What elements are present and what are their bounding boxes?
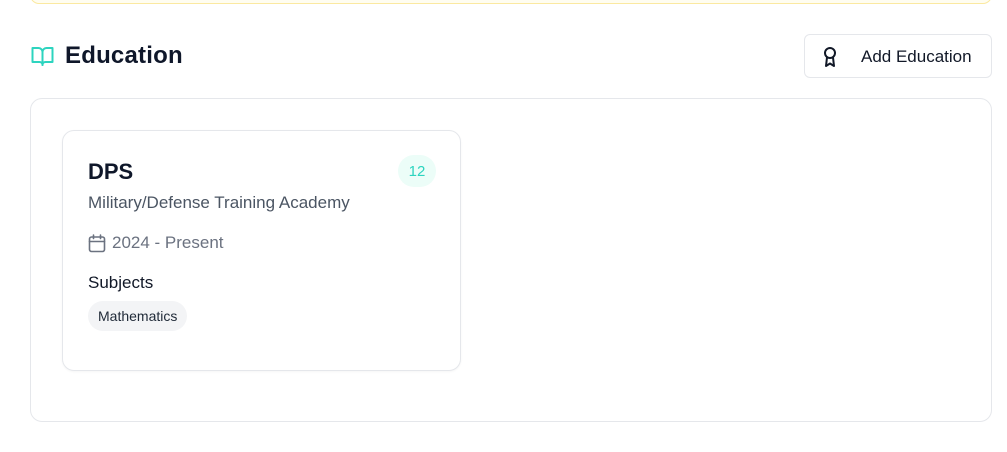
- date-range: 2024 - Present: [112, 233, 224, 252]
- education-section-header: Education Add Education: [30, 34, 992, 78]
- subject-chip: Mathematics: [88, 301, 188, 331]
- education-panel: DPS 12 Military/Defense Training Academy…: [30, 98, 992, 422]
- add-education-label: Add Education: [861, 47, 972, 66]
- add-education-button[interactable]: Add Education: [804, 34, 992, 78]
- section-title-group: Education: [30, 34, 183, 78]
- institution-name: DPS: [88, 159, 134, 184]
- institution-type: Military/Defense Training Academy: [88, 193, 350, 212]
- section-title: Education: [65, 42, 183, 69]
- grade-badge: 12: [398, 155, 436, 187]
- education-card: DPS 12 Military/Defense Training Academy…: [62, 130, 461, 371]
- subjects-label: Subjects: [88, 273, 154, 292]
- calendar-icon: [88, 233, 106, 253]
- book-open-icon: [30, 45, 55, 67]
- award-icon: [822, 46, 838, 68]
- date-row: 2024 - Present: [88, 233, 224, 253]
- top-banner: [30, 0, 992, 4]
